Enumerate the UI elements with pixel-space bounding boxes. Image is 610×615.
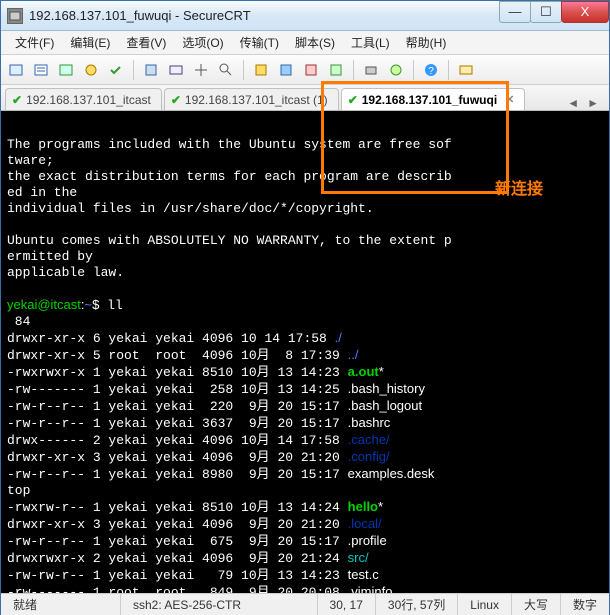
toolbar-btn-10[interactable] <box>275 59 297 81</box>
toolbar-help-icon[interactable]: ? <box>420 59 442 81</box>
svg-text:?: ? <box>428 66 434 77</box>
status-num: 数字 <box>561 594 609 615</box>
tab-label: 192.168.137.101_fuwuqi <box>362 93 497 107</box>
toolbar: ? <box>1 55 609 85</box>
tab-session-3[interactable]: ✔ 192.168.137.101_fuwuqi ✕ <box>341 88 526 110</box>
toolbar-find-icon[interactable] <box>215 59 237 81</box>
toolbar-sep <box>243 60 244 80</box>
menu-view[interactable]: 查看(V) <box>118 31 174 54</box>
toolbar-btn-7[interactable] <box>165 59 187 81</box>
minimize-button[interactable]: — <box>499 1 531 23</box>
menu-transfer[interactable]: 传输(T) <box>232 31 287 54</box>
statusbar: 就绪 ssh2: AES-256-CTR 30, 17 30行, 57列 Lin… <box>1 593 609 615</box>
toolbar-btn-5[interactable] <box>105 59 127 81</box>
close-button[interactable]: X <box>561 1 609 23</box>
toolbar-btn-12[interactable] <box>325 59 347 81</box>
tab-label: 192.168.137.101_itcast (1) <box>185 93 328 107</box>
tab-session-1[interactable]: ✔ 192.168.137.101_itcast <box>5 88 162 110</box>
status-ready: 就绪 <box>1 594 121 615</box>
titlebar: 192.168.137.101_fuwuqi - SecureCRT — ☐ X <box>1 1 609 31</box>
toolbar-btn-9[interactable] <box>250 59 272 81</box>
toolbar-btn-13[interactable] <box>360 59 382 81</box>
check-icon: ✔ <box>12 93 22 107</box>
menu-options[interactable]: 选项(O) <box>174 31 231 54</box>
tab-label: 192.168.137.101_itcast <box>26 93 151 107</box>
app-icon <box>7 8 23 24</box>
menu-edit[interactable]: 编辑(E) <box>62 31 118 54</box>
status-caps: 大写 <box>512 594 561 615</box>
toolbar-btn-4[interactable] <box>80 59 102 81</box>
toolbar-btn-8[interactable] <box>190 59 212 81</box>
toolbar-btn-3[interactable] <box>55 59 77 81</box>
toolbar-btn-11[interactable] <box>300 59 322 81</box>
toolbar-btn-1[interactable] <box>5 59 27 81</box>
menubar: 文件(F) 编辑(E) 查看(V) 选项(O) 传输(T) 脚本(S) 工具(L… <box>1 31 609 55</box>
status-size: 30行, 57列 <box>376 594 458 615</box>
check-icon: ✔ <box>171 93 181 107</box>
tab-close-icon[interactable]: ✕ <box>505 93 514 106</box>
menu-tools[interactable]: 工具(L) <box>343 31 398 54</box>
tab-session-2[interactable]: ✔ 192.168.137.101_itcast (1) <box>164 88 339 110</box>
toolbar-sep <box>353 60 354 80</box>
scroll-right-icon[interactable]: ► <box>587 96 599 110</box>
tabbar: ✔ 192.168.137.101_itcast ✔ 192.168.137.1… <box>1 85 609 111</box>
menu-file[interactable]: 文件(F) <box>7 31 62 54</box>
menu-help[interactable]: 帮助(H) <box>398 31 455 54</box>
toolbar-btn-2[interactable] <box>30 59 52 81</box>
menu-script[interactable]: 脚本(S) <box>287 31 343 54</box>
window-buttons: — ☐ X <box>500 1 609 25</box>
callout-label: 新连接 <box>495 175 543 199</box>
toolbar-btn-6[interactable] <box>140 59 162 81</box>
toolbar-sep <box>448 60 449 80</box>
window-title: 192.168.137.101_fuwuqi - SecureCRT <box>29 8 500 23</box>
toolbar-sep <box>133 60 134 80</box>
tab-scroll: ◄ ► <box>561 96 605 110</box>
toolbar-btn-15[interactable] <box>455 59 477 81</box>
status-cursor-pos: 30, 17 <box>318 594 376 615</box>
check-icon: ✔ <box>348 93 358 107</box>
status-cipher: ssh2: AES-256-CTR <box>121 594 318 615</box>
scroll-left-icon[interactable]: ◄ <box>567 96 579 110</box>
toolbar-btn-14[interactable] <box>385 59 407 81</box>
maximize-button[interactable]: ☐ <box>530 1 562 23</box>
toolbar-sep <box>413 60 414 80</box>
status-os: Linux <box>458 594 512 615</box>
